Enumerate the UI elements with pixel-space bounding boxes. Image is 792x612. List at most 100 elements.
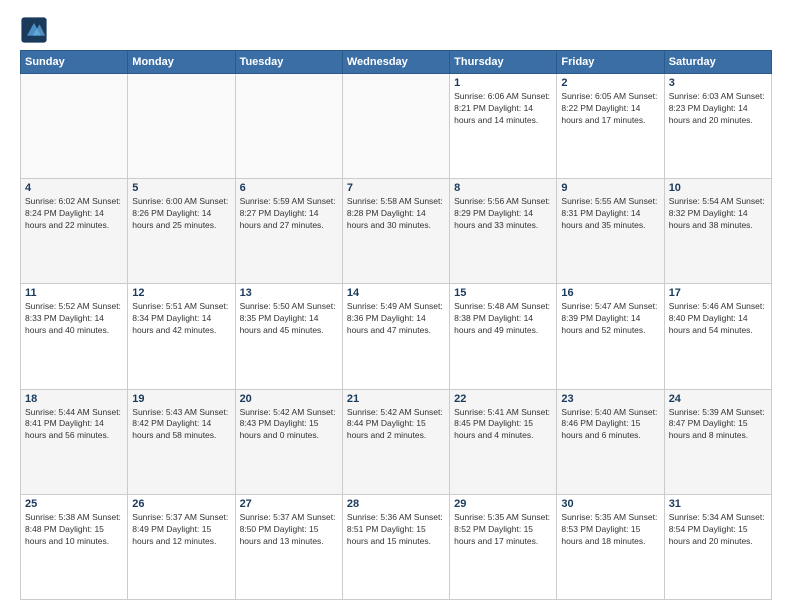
- calendar-cell-w3d5: 23 Sunrise: 5:40 AM Sunset: 8:46 PM Dayli…: [557, 389, 664, 494]
- calendar-cell-w1d6: 10 Sunrise: 5:54 AM Sunset: 8:32 PM Dayli…: [664, 179, 771, 284]
- calendar-cell-w1d4: 8 Sunrise: 5:56 AM Sunset: 8:29 PM Daylig…: [450, 179, 557, 284]
- day-number: 30: [561, 498, 659, 510]
- calendar-cell-w0d1: [128, 74, 235, 179]
- day-number: 21: [347, 393, 445, 405]
- day-info: Sunrise: 6:05 AM Sunset: 8:22 PM Dayligh…: [561, 91, 659, 127]
- calendar-cell-w4d1: 26Sunrise: 5:37 AM Sunset: 8:49 PM Dayli…: [128, 494, 235, 599]
- day-number: 27: [240, 498, 338, 510]
- calendar-cell-w0d5: 2 Sunrise: 6:05 AM Sunset: 8:22 PM Daylig…: [557, 74, 664, 179]
- calendar-header-friday: Friday: [557, 51, 664, 74]
- calendar-cell-w0d2: [235, 74, 342, 179]
- calendar-cell-w2d5: 16 Sunrise: 5:47 AM Sunset: 8:39 PM Dayli…: [557, 284, 664, 389]
- day-number: 10: [669, 182, 767, 194]
- calendar-header-row: SundayMondayTuesdayWednesdayThursdayFrid…: [21, 51, 772, 74]
- calendar-cell-w4d2: 27 Sunrise: 5:37 AM Sunset: 8:50 PM Dayli…: [235, 494, 342, 599]
- day-number: 26: [132, 498, 230, 510]
- calendar-cell-w0d3: [342, 74, 449, 179]
- day-number: 31: [669, 498, 767, 510]
- calendar-cell-w3d6: 24Sunrise: 5:39 AM Sunset: 8:47 PM Dayli…: [664, 389, 771, 494]
- day-info: Sunrise: 6:00 AM Sunset: 8:26 PM Dayligh…: [132, 196, 230, 232]
- day-number: 29: [454, 498, 552, 510]
- calendar-header-wednesday: Wednesday: [342, 51, 449, 74]
- calendar-week-3: 18 Sunrise: 5:44 AM Sunset: 8:41 PM Dayli…: [21, 389, 772, 494]
- day-info: Sunrise: 5:42 AM Sunset: 8:44 PM Dayligh…: [347, 407, 445, 443]
- day-number: 14: [347, 287, 445, 299]
- day-number: 23: [561, 393, 659, 405]
- calendar-cell-w2d4: 15 Sunrise: 5:48 AM Sunset: 8:38 PM Dayli…: [450, 284, 557, 389]
- calendar-cell-w1d0: 4 Sunrise: 6:02 AM Sunset: 8:24 PM Daylig…: [21, 179, 128, 284]
- calendar-week-2: 11Sunrise: 5:52 AM Sunset: 8:33 PM Dayli…: [21, 284, 772, 389]
- calendar-cell-w2d1: 12Sunrise: 5:51 AM Sunset: 8:34 PM Dayli…: [128, 284, 235, 389]
- calendar-cell-w4d4: 29 Sunrise: 5:35 AM Sunset: 8:52 PM Dayli…: [450, 494, 557, 599]
- day-info: Sunrise: 5:41 AM Sunset: 8:45 PM Dayligh…: [454, 407, 552, 443]
- day-number: 5: [132, 182, 230, 194]
- day-info: Sunrise: 5:48 AM Sunset: 8:38 PM Dayligh…: [454, 301, 552, 337]
- day-info: Sunrise: 5:55 AM Sunset: 8:31 PM Dayligh…: [561, 196, 659, 232]
- calendar-cell-w1d1: 5 Sunrise: 6:00 AM Sunset: 8:26 PM Daylig…: [128, 179, 235, 284]
- day-info: Sunrise: 5:36 AM Sunset: 8:51 PM Dayligh…: [347, 512, 445, 548]
- day-info: Sunrise: 5:50 AM Sunset: 8:35 PM Dayligh…: [240, 301, 338, 337]
- day-number: 15: [454, 287, 552, 299]
- day-info: Sunrise: 5:59 AM Sunset: 8:27 PM Dayligh…: [240, 196, 338, 232]
- day-number: 28: [347, 498, 445, 510]
- calendar-header-monday: Monday: [128, 51, 235, 74]
- calendar-cell-w3d4: 22 Sunrise: 5:41 AM Sunset: 8:45 PM Dayli…: [450, 389, 557, 494]
- day-number: 19: [132, 393, 230, 405]
- calendar-cell-w3d2: 20 Sunrise: 5:42 AM Sunset: 8:43 PM Dayli…: [235, 389, 342, 494]
- calendar-header-tuesday: Tuesday: [235, 51, 342, 74]
- day-number: 4: [25, 182, 123, 194]
- day-number: 16: [561, 287, 659, 299]
- day-info: Sunrise: 5:34 AM Sunset: 8:54 PM Dayligh…: [669, 512, 767, 548]
- day-number: 1: [454, 77, 552, 89]
- day-info: Sunrise: 5:37 AM Sunset: 8:50 PM Dayligh…: [240, 512, 338, 548]
- day-number: 2: [561, 77, 659, 89]
- calendar-cell-w4d5: 30Sunrise: 5:35 AM Sunset: 8:53 PM Dayli…: [557, 494, 664, 599]
- day-number: 11: [25, 287, 123, 299]
- day-number: 25: [25, 498, 123, 510]
- page: SundayMondayTuesdayWednesdayThursdayFrid…: [0, 0, 792, 612]
- calendar-cell-w1d5: 9 Sunrise: 5:55 AM Sunset: 8:31 PM Daylig…: [557, 179, 664, 284]
- day-info: Sunrise: 5:56 AM Sunset: 8:29 PM Dayligh…: [454, 196, 552, 232]
- calendar-week-4: 25 Sunrise: 5:38 AM Sunset: 8:48 PM Dayli…: [21, 494, 772, 599]
- calendar-cell-w3d3: 21 Sunrise: 5:42 AM Sunset: 8:44 PM Dayli…: [342, 389, 449, 494]
- day-number: 17: [669, 287, 767, 299]
- day-number: 24: [669, 393, 767, 405]
- calendar-week-1: 4 Sunrise: 6:02 AM Sunset: 8:24 PM Daylig…: [21, 179, 772, 284]
- day-info: Sunrise: 5:47 AM Sunset: 8:39 PM Dayligh…: [561, 301, 659, 337]
- day-number: 9: [561, 182, 659, 194]
- calendar-cell-w4d3: 28 Sunrise: 5:36 AM Sunset: 8:51 PM Dayli…: [342, 494, 449, 599]
- day-info: Sunrise: 6:06 AM Sunset: 8:21 PM Dayligh…: [454, 91, 552, 127]
- calendar-cell-w3d1: 19 Sunrise: 5:43 AM Sunset: 8:42 PM Dayli…: [128, 389, 235, 494]
- calendar-cell-w4d6: 31 Sunrise: 5:34 AM Sunset: 8:54 PM Dayli…: [664, 494, 771, 599]
- calendar-cell-w1d3: 7 Sunrise: 5:58 AM Sunset: 8:28 PM Daylig…: [342, 179, 449, 284]
- day-info: Sunrise: 6:02 AM Sunset: 8:24 PM Dayligh…: [25, 196, 123, 232]
- calendar-cell-w1d2: 6Sunrise: 5:59 AM Sunset: 8:27 PM Daylig…: [235, 179, 342, 284]
- day-info: Sunrise: 5:49 AM Sunset: 8:36 PM Dayligh…: [347, 301, 445, 337]
- day-info: Sunrise: 6:03 AM Sunset: 8:23 PM Dayligh…: [669, 91, 767, 127]
- day-number: 7: [347, 182, 445, 194]
- calendar-cell-w2d2: 13Sunrise: 5:50 AM Sunset: 8:35 PM Dayli…: [235, 284, 342, 389]
- day-info: Sunrise: 5:58 AM Sunset: 8:28 PM Dayligh…: [347, 196, 445, 232]
- logo-icon: [20, 16, 48, 44]
- calendar-cell-w0d0: [21, 74, 128, 179]
- day-info: Sunrise: 5:35 AM Sunset: 8:52 PM Dayligh…: [454, 512, 552, 548]
- day-number: 8: [454, 182, 552, 194]
- day-info: Sunrise: 5:40 AM Sunset: 8:46 PM Dayligh…: [561, 407, 659, 443]
- calendar-cell-w2d0: 11Sunrise: 5:52 AM Sunset: 8:33 PM Dayli…: [21, 284, 128, 389]
- calendar-week-0: 1 Sunrise: 6:06 AM Sunset: 8:21 PM Daylig…: [21, 74, 772, 179]
- day-number: 22: [454, 393, 552, 405]
- calendar-header-saturday: Saturday: [664, 51, 771, 74]
- header: [20, 16, 772, 44]
- calendar-table: SundayMondayTuesdayWednesdayThursdayFrid…: [20, 50, 772, 600]
- day-number: 20: [240, 393, 338, 405]
- calendar-cell-w2d3: 14 Sunrise: 5:49 AM Sunset: 8:36 PM Dayli…: [342, 284, 449, 389]
- day-info: Sunrise: 5:54 AM Sunset: 8:32 PM Dayligh…: [669, 196, 767, 232]
- day-info: Sunrise: 5:42 AM Sunset: 8:43 PM Dayligh…: [240, 407, 338, 443]
- day-info: Sunrise: 5:43 AM Sunset: 8:42 PM Dayligh…: [132, 407, 230, 443]
- day-info: Sunrise: 5:44 AM Sunset: 8:41 PM Dayligh…: [25, 407, 123, 443]
- calendar-cell-w0d6: 3Sunrise: 6:03 AM Sunset: 8:23 PM Daylig…: [664, 74, 771, 179]
- day-info: Sunrise: 5:51 AM Sunset: 8:34 PM Dayligh…: [132, 301, 230, 337]
- logo: [20, 16, 52, 44]
- day-number: 18: [25, 393, 123, 405]
- day-info: Sunrise: 5:38 AM Sunset: 8:48 PM Dayligh…: [25, 512, 123, 548]
